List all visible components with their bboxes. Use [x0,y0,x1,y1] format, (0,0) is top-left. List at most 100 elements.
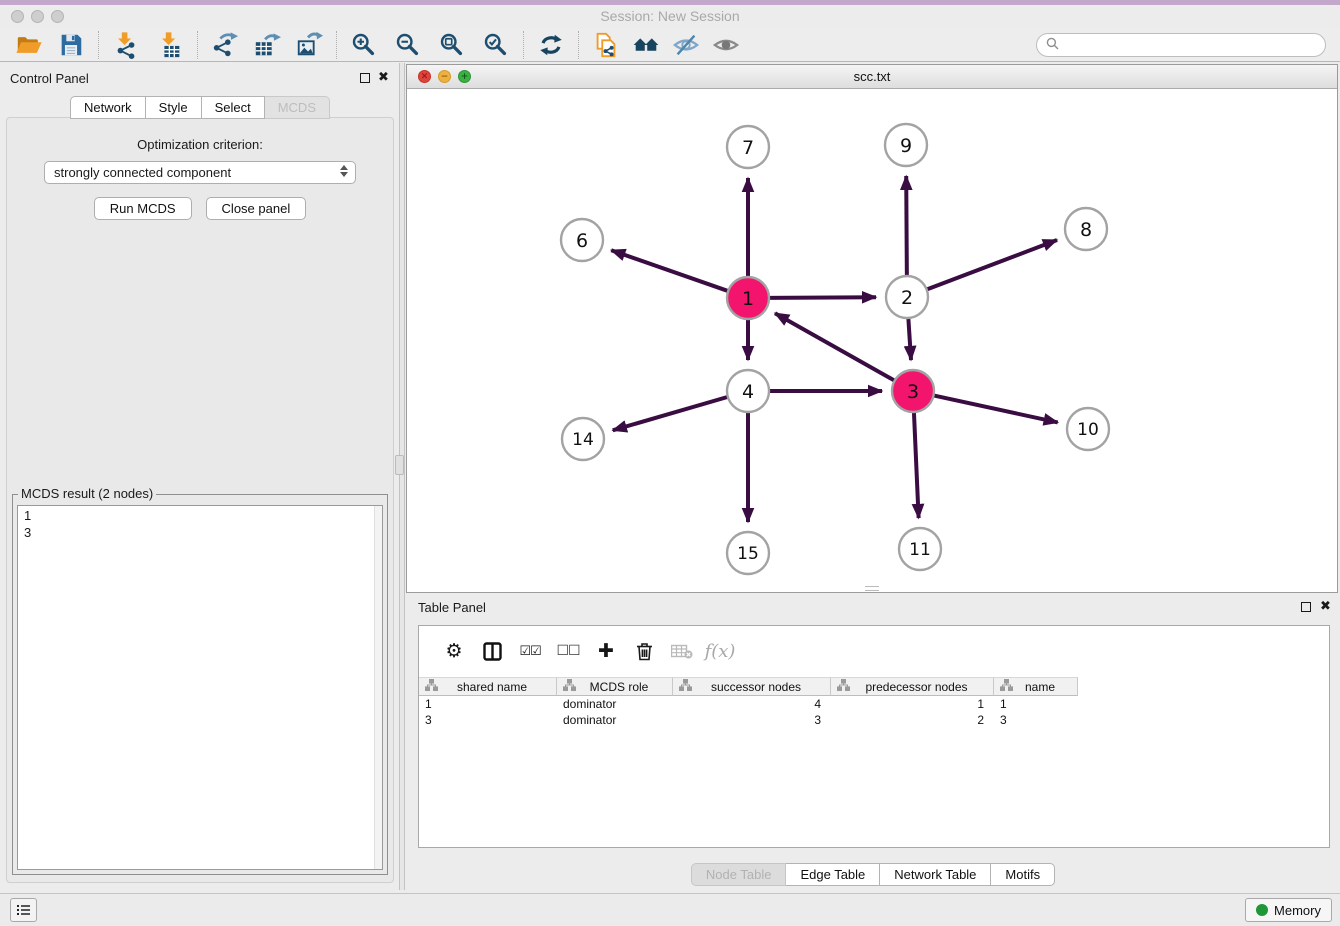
control-panel-float-button[interactable] [360,73,370,83]
tab-style[interactable]: Style [146,96,202,119]
deselect-all-checkboxes-icon[interactable]: ☐☐ [549,636,587,666]
table-cell[interactable]: dominator [557,712,673,728]
delete-column-icon[interactable] [625,636,663,666]
table-cell[interactable]: 1 [831,696,994,712]
graph-edge-2-3[interactable] [908,318,911,360]
export-image-icon[interactable] [292,30,326,60]
tab-mcds[interactable]: MCDS [265,96,330,119]
splitter-grip[interactable] [395,455,404,475]
task-history-button[interactable] [10,898,37,922]
table-cell[interactable]: 2 [831,712,994,728]
graph-node-label-3: 3 [907,381,919,403]
criterion-select[interactable]: strongly connected component [44,161,356,184]
memory-status-icon [1256,904,1268,916]
column-header-successor-nodes[interactable]: successor nodes [673,677,831,696]
table-cell[interactable]: 3 [994,712,1078,728]
tab-network[interactable]: Network [70,96,146,119]
control-panel-tabs: NetworkStyleSelectMCDS [0,96,400,119]
select-all-checkboxes-icon[interactable]: ☑☑ [511,636,549,666]
graph-edge-3-11[interactable] [914,412,919,518]
graph-edge-4-14[interactable] [613,397,728,430]
node-table: ⚙ ☑☑ ☐☐ ✚ f(x) shared nameMCDS rolesucce… [418,625,1330,848]
table-cell[interactable]: 3 [673,712,831,728]
main-toolbar [0,28,1340,62]
table-panel-close-button[interactable]: ✖ [1320,598,1331,614]
graph-node-label-8: 8 [1080,219,1092,241]
tab-node-table[interactable]: Node Table [691,863,787,886]
mcds-result-text[interactable]: 1 3 [17,505,383,870]
toolbar-separator [197,31,198,59]
settings-gear-icon[interactable]: ⚙ [435,636,473,666]
result-scrollbar[interactable] [374,506,382,869]
tab-motifs[interactable]: Motifs [991,863,1055,886]
column-header-MCDS-role[interactable]: MCDS role [557,677,673,696]
table-cell[interactable]: dominator [557,696,673,712]
refresh-layout-icon[interactable] [534,30,568,60]
export-table-icon[interactable] [250,30,284,60]
hide-details-eye-icon[interactable] [669,30,703,60]
memory-button[interactable]: Memory [1245,898,1332,922]
table-cell[interactable]: 1 [419,696,557,712]
graph-node-label-2: 2 [901,287,913,309]
search-input[interactable] [1036,33,1326,57]
zoom-selected-icon[interactable] [479,30,513,60]
table-panel-float-button[interactable] [1301,602,1311,612]
zoom-in-icon[interactable] [347,30,381,60]
export-network-icon[interactable] [208,30,242,60]
table-panel-tabs: Node TableEdge TableNetwork TableMotifs [406,863,1340,886]
table-cell[interactable]: 3 [419,712,557,728]
save-session-icon[interactable] [54,30,88,60]
memory-label: Memory [1274,903,1321,918]
mcds-result-title: MCDS result (2 nodes) [18,486,156,501]
function-builder-icon[interactable]: f(x) [701,636,739,666]
duplicate-network-icon[interactable] [589,30,623,60]
graph-edge-3-1[interactable] [775,313,895,380]
show-details-eye-icon[interactable] [709,30,743,60]
graph-edge-3-10[interactable] [934,395,1058,422]
tab-select[interactable]: Select [202,96,265,119]
panel-splitter[interactable] [399,63,405,890]
import-network-icon[interactable] [109,30,143,60]
table-row[interactable]: 3dominator323 [419,712,1329,728]
tab-network-table[interactable]: Network Table [880,863,991,886]
table-row[interactable]: 1dominator411 [419,696,1329,712]
graph-edge-1-2[interactable] [769,297,876,298]
graph-node-label-11: 11 [909,540,931,560]
criterion-value: strongly connected component [54,165,231,180]
graph-edge-1-6[interactable] [611,250,728,291]
zoom-out-icon[interactable] [391,30,425,60]
table-cell[interactable]: 4 [673,696,831,712]
run-mcds-button[interactable]: Run MCDS [94,197,192,220]
application-window: Session: New Session Control Panel ✖ [0,0,1340,926]
table-panel-title: Table Panel [418,600,486,615]
graph-node-label-15: 15 [737,544,759,564]
graph-node-label-4: 4 [742,381,754,403]
column-header-name[interactable]: name [994,677,1078,696]
graph-edge-2-8[interactable] [927,240,1057,290]
toolbar-separator [336,31,337,59]
table-toolbar: ⚙ ☑☑ ☐☐ ✚ f(x) [419,626,1329,676]
split-panes-icon[interactable] [473,636,511,666]
control-panel-title: Control Panel [10,71,89,86]
close-panel-button[interactable]: Close panel [206,197,307,220]
window-titlebar: Session: New Session [0,5,1340,28]
toolbar-separator [523,31,524,59]
zoom-fit-icon[interactable] [435,30,469,60]
tab-edge-table[interactable]: Edge Table [786,863,880,886]
graph-edge-2-9[interactable] [906,176,907,276]
table-body: 1dominator4113dominator323 [419,696,1329,728]
column-header-predecessor-nodes[interactable]: predecessor nodes [831,677,994,696]
add-column-icon[interactable]: ✚ [587,636,625,666]
status-bar: Memory [0,893,1340,926]
open-session-icon[interactable] [12,30,46,60]
network-frame-titlebar[interactable]: ✕ − + scc.txt [407,65,1337,89]
column-header-shared-name[interactable]: shared name [419,677,557,696]
home-overview-icon[interactable] [629,30,663,60]
graph-node-label-7: 7 [742,137,754,159]
table-cell[interactable]: 1 [994,696,1078,712]
control-panel-close-button[interactable]: ✖ [378,69,389,85]
import-table-icon[interactable] [153,30,187,60]
delete-table-icon[interactable] [663,636,701,666]
network-canvas[interactable]: 7968124314101511 [407,89,1337,592]
frame-resize-grip[interactable] [865,586,879,591]
